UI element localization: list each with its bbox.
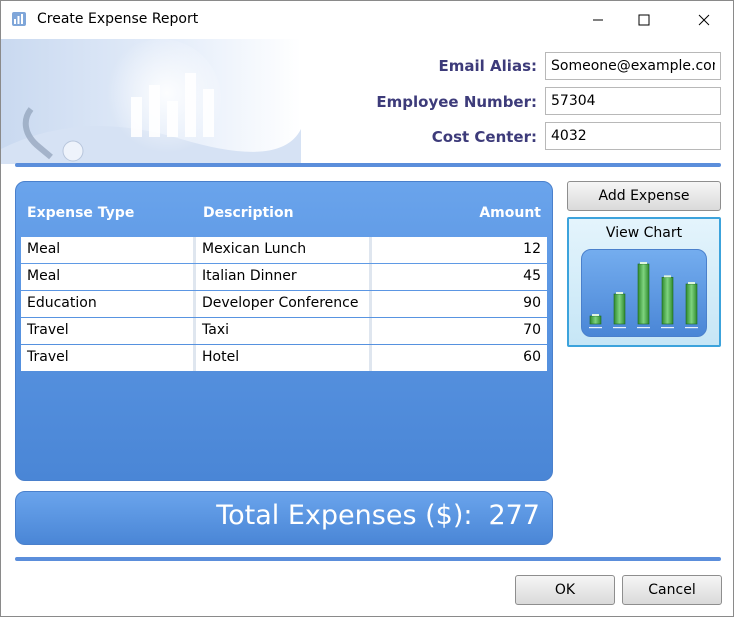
total-expenses-value: 277 <box>488 500 540 531</box>
table-row[interactable]: Travel Hotel 60 <box>21 345 547 372</box>
cell-expense-type[interactable]: Education <box>21 291 196 317</box>
cell-expense-type[interactable]: Travel <box>21 318 196 344</box>
header-description[interactable]: Description <box>203 205 294 221</box>
mini-chart-tick <box>637 327 650 329</box>
cell-amount[interactable]: 12 <box>372 237 547 263</box>
window-title: Create Expense Report <box>37 11 199 27</box>
cancel-button[interactable]: Cancel <box>622 575 722 605</box>
divider-bottom <box>15 557 721 561</box>
cell-expense-type[interactable]: Travel <box>21 345 196 371</box>
mini-chart-tick <box>613 327 626 329</box>
table-row[interactable]: Meal Italian Dinner 45 <box>21 264 547 291</box>
table-row[interactable]: Travel Taxi 70 <box>21 318 547 345</box>
cell-expense-type[interactable]: Meal <box>21 237 196 263</box>
cell-expense-type[interactable]: Meal <box>21 264 196 290</box>
mini-chart-preview <box>581 249 707 337</box>
total-expenses-label: Total Expenses ($): <box>216 500 473 531</box>
ok-button[interactable]: OK <box>515 575 615 605</box>
close-icon <box>698 14 710 26</box>
cell-description[interactable]: Hotel <box>196 345 372 371</box>
view-chart-button[interactable]: View Chart <box>567 217 721 347</box>
table-row[interactable]: Meal Mexican Lunch 12 <box>21 237 547 264</box>
cell-amount[interactable]: 90 <box>372 291 547 317</box>
divider-top <box>15 163 721 167</box>
header-amount[interactable]: Amount <box>479 205 541 221</box>
minimize-button[interactable] <box>575 1 621 39</box>
close-button[interactable] <box>681 1 727 39</box>
mini-chart-tick <box>661 327 674 329</box>
expense-report-window: Create Expense Report Email Alias: Someo… <box>0 0 734 617</box>
add-expense-button[interactable]: Add Expense <box>567 181 721 211</box>
mini-chart-bar <box>613 293 626 325</box>
cell-amount[interactable]: 45 <box>372 264 547 290</box>
cell-description[interactable]: Mexican Lunch <box>196 237 372 263</box>
maximize-icon <box>638 14 650 26</box>
view-chart-label: View Chart <box>605 225 683 241</box>
mini-chart-bar-cap <box>664 275 671 278</box>
cost-center-input[interactable] <box>545 122 721 150</box>
email-alias-input[interactable] <box>545 52 721 80</box>
maximize-button[interactable] <box>621 1 667 39</box>
app-icon <box>12 12 26 26</box>
mini-chart-bar <box>685 283 698 325</box>
header-expense-type[interactable]: Expense Type <box>27 205 134 221</box>
employee-number-label: Employee Number: <box>376 93 537 111</box>
cell-amount[interactable]: 70 <box>372 318 547 344</box>
total-expenses-box: Total Expenses ($): 277 <box>15 491 553 545</box>
table-row[interactable]: Education Developer Conference 90 <box>21 291 547 318</box>
mini-chart-bar <box>661 277 674 325</box>
mini-chart-bar-cap <box>616 292 623 294</box>
grid-header: Expense Type Description Amount <box>15 191 549 231</box>
title-bar: Create Expense Report <box>1 1 733 39</box>
mini-chart-bar-cap <box>640 262 647 264</box>
minimize-icon <box>593 19 603 21</box>
mini-bar-chart <box>589 262 698 329</box>
mini-chart-tick <box>685 327 698 329</box>
employee-number-input[interactable] <box>545 87 721 115</box>
cell-description[interactable]: Italian Dinner <box>196 264 372 290</box>
cell-description[interactable]: Taxi <box>196 318 372 344</box>
cell-description[interactable]: Developer Conference <box>196 291 372 317</box>
mini-chart-bar-cap <box>592 314 599 316</box>
mini-chart-bar <box>637 263 650 325</box>
email-alias-label: Email Alias: <box>438 57 537 75</box>
banner-watermark-image <box>1 39 301 164</box>
cost-center-label: Cost Center: <box>431 128 537 146</box>
mini-chart-bar <box>589 315 602 325</box>
mini-chart-tick <box>589 327 602 329</box>
cell-amount[interactable]: 60 <box>372 345 547 371</box>
expense-rows: Meal Mexican Lunch 12 Meal Italian Dinne… <box>21 237 547 372</box>
mini-chart-bar-cap <box>688 282 695 284</box>
